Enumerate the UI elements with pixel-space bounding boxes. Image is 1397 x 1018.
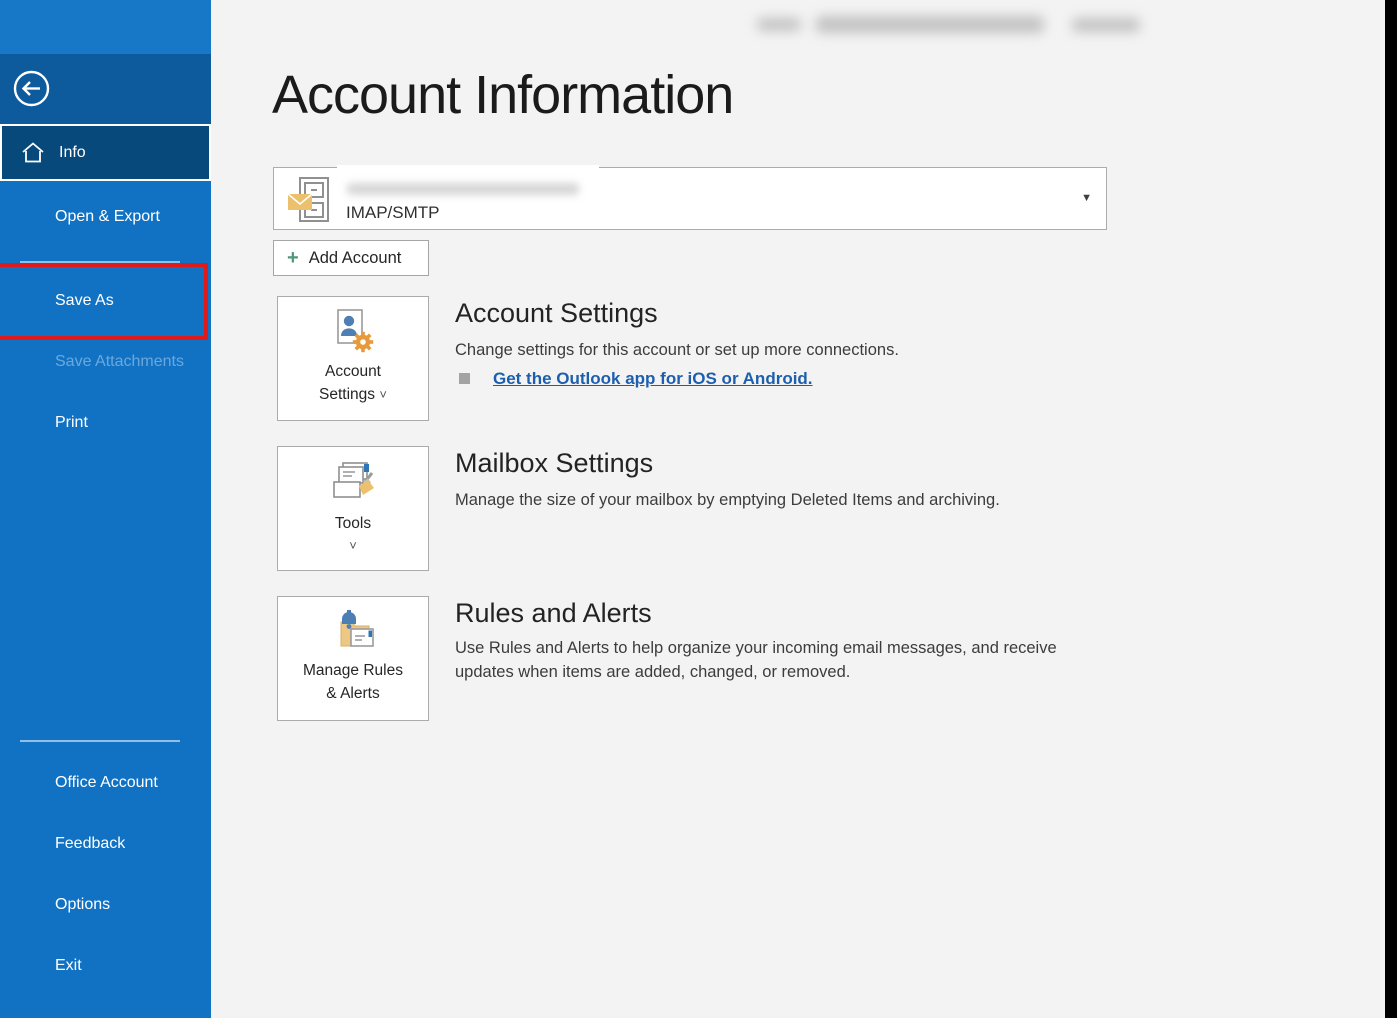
page-title: Account Information xyxy=(272,65,734,125)
sidebar-top-band xyxy=(0,0,211,54)
sidebar-item-options[interactable]: Options xyxy=(55,892,110,918)
redacted-title-text xyxy=(757,18,801,31)
sidebar-item-label: Info xyxy=(59,143,86,161)
get-outlook-app-link[interactable]: Get the Outlook app for iOS or Android. xyxy=(493,369,813,389)
back-arrow-icon xyxy=(13,70,50,107)
sidebar-item-open-export[interactable]: Open & Export xyxy=(55,204,160,230)
mailbox-cleanup-tools-icon xyxy=(333,462,374,498)
home-icon xyxy=(22,142,44,163)
chevron-down-icon: ▼ xyxy=(1081,192,1092,204)
redacted-email-smudge xyxy=(347,183,579,195)
chevron-down-icon: ˅ xyxy=(349,538,357,554)
chevron-down-icon: ˅ xyxy=(379,387,387,403)
square-bullet-icon xyxy=(459,373,470,384)
section-heading: Rules and Alerts xyxy=(455,598,652,628)
redacted-title-text xyxy=(1072,18,1140,32)
sidebar-item-save-as[interactable]: Save As xyxy=(55,288,114,314)
account-protocol-label: IMAP/SMTP xyxy=(346,203,440,222)
tools-button[interactable]: Tools ˅ xyxy=(277,446,429,571)
manage-rules-alerts-button[interactable]: Manage Rules & Alerts xyxy=(277,596,429,721)
sidebar-item-info[interactable]: Info xyxy=(0,124,211,181)
section-description: Manage the size of your mailbox by empty… xyxy=(455,491,1000,509)
sidebar-item-exit[interactable]: Exit xyxy=(55,953,82,979)
section-heading: Account Settings xyxy=(455,298,658,328)
account-settings-icon xyxy=(337,309,374,353)
account-settings-button[interactable]: Account Settings ˅ xyxy=(277,296,429,421)
back-button[interactable] xyxy=(13,70,50,107)
sidebar-item-print[interactable]: Print xyxy=(55,410,88,436)
sidebar-divider xyxy=(20,261,180,263)
section-description: Change settings for this account or set … xyxy=(455,341,899,359)
screen-edge-artifact xyxy=(1385,0,1397,1018)
section-heading: Mailbox Settings xyxy=(455,448,654,478)
sidebar-divider xyxy=(20,740,180,742)
sidebar-item-save-attachments: Save Attachments xyxy=(55,353,184,370)
sidebar-item-office-account[interactable]: Office Account xyxy=(55,770,158,796)
redacted-title-text xyxy=(816,16,1044,33)
sidebar-item-feedback[interactable]: Feedback xyxy=(55,831,125,857)
redacted-email-overlay xyxy=(337,165,599,202)
outlook-backstage-view: Info Open & Export Save As Save Attachme… xyxy=(0,0,1397,1018)
account-selector-dropdown[interactable]: IMAP/SMTP ▼ xyxy=(273,165,1107,230)
section-description: Use Rules and Alerts to help organize yo… xyxy=(455,639,1057,681)
account-cabinet-icon xyxy=(287,177,329,222)
add-account-button[interactable]: + Add Account xyxy=(273,240,429,276)
plus-icon: + xyxy=(287,247,299,269)
backstage-sidebar: Info Open & Export Save As Save Attachme… xyxy=(0,0,211,1018)
rules-alerts-icon xyxy=(340,610,374,647)
